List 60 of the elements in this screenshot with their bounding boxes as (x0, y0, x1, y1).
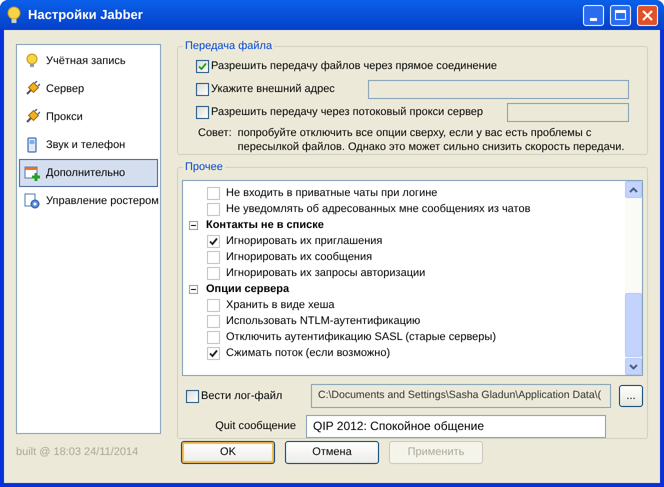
bulb-icon (6, 6, 22, 24)
option-label: Игнорировать их приглашения (226, 234, 382, 249)
quit-label: Quit сообщение (214, 418, 296, 434)
option-label: Игнорировать их запросы авторизации (226, 266, 426, 281)
option-label: Разрешить передачу файлов через прямое соединение (211, 58, 497, 74)
sidebar-item[interactable]: Управление ростером (19, 187, 158, 215)
dialog-button[interactable]: Отмена (285, 440, 379, 464)
option-label: Не уведомлять об адресованных мне сообщениях из чатов (226, 202, 530, 217)
plug-icon (24, 81, 40, 97)
sidebar-item[interactable]: Дополнительно (19, 159, 158, 187)
option-label: Отключить аутентификацию SASL (старые серверы) (226, 330, 496, 345)
dialog-button[interactable]: OK (181, 440, 275, 464)
checkbox[interactable] (207, 186, 220, 200)
tip-label: Совет: (198, 126, 232, 140)
group-heading: Контакты не в списке (206, 218, 324, 233)
scroll-up-icon[interactable] (625, 181, 642, 198)
checkbox[interactable] (207, 250, 220, 264)
option-label: Укажите внешний адрес (211, 82, 335, 97)
scrollbar[interactable] (625, 181, 642, 375)
group-heading: Опции сервера (206, 282, 290, 297)
checkbox[interactable] (207, 346, 220, 360)
scroll-down-icon[interactable] (625, 358, 642, 375)
collapse-toggle[interactable] (189, 284, 198, 294)
tip-text: попробуйте отключить все опции сверху, если у вас есть проблемы с пересылкой файлов. Однако это может сильно снизить скорость передачи. (238, 126, 626, 154)
checkbox[interactable] (207, 298, 220, 312)
option-label: Не входить в приватные чаты при логине (226, 186, 438, 201)
checkbox[interactable] (207, 330, 220, 344)
close-icon (642, 10, 653, 20)
log-label: Вести лог-файл (201, 388, 284, 404)
close-button[interactable] (637, 4, 658, 26)
build-info: built @ 18:03 24/11/2014 (16, 444, 140, 460)
checkbox[interactable] (196, 106, 209, 118)
quit-message-field[interactable]: QIP 2012: Спокойное общение (306, 414, 606, 438)
checkbox[interactable] (196, 60, 209, 72)
checkbox[interactable] (207, 202, 220, 216)
group-title: Прочее (183, 160, 225, 174)
bulb-icon (24, 53, 40, 69)
window-plus-icon (24, 165, 40, 181)
option-label: Сжимать поток (если возможно) (226, 346, 390, 361)
sidebar-item[interactable]: Учётная запись (19, 47, 158, 75)
window-title: Настройки Jabber (28, 6, 144, 24)
option-label: Игнорировать их сообщения (226, 250, 372, 265)
checkbox[interactable] (196, 82, 209, 96)
collapse-toggle[interactable] (189, 220, 198, 230)
option-label: Использовать NTLM-аутентификацию (226, 314, 420, 329)
sidebar-item[interactable]: Сервер (19, 75, 158, 103)
sidebar-item[interactable]: Звук и телефон (19, 131, 158, 159)
option-label: Хранить в виде хеша (226, 298, 335, 313)
checkbox[interactable] (207, 266, 220, 280)
checkbox[interactable] (207, 234, 220, 248)
plug-icon (24, 109, 40, 125)
group-title: Передача файла (183, 39, 274, 53)
minimize-button[interactable] (583, 4, 604, 26)
maximize-button[interactable] (610, 4, 631, 26)
checkbox[interactable] (207, 314, 220, 328)
option-label: Разрешить передачу через потоковый прокси сервер (211, 104, 484, 120)
address-field[interactable] (368, 80, 629, 98)
sidebar-item[interactable]: Прокси (19, 103, 158, 131)
scroll-thumb[interactable] (625, 293, 642, 357)
proxy-field[interactable] (507, 102, 629, 122)
